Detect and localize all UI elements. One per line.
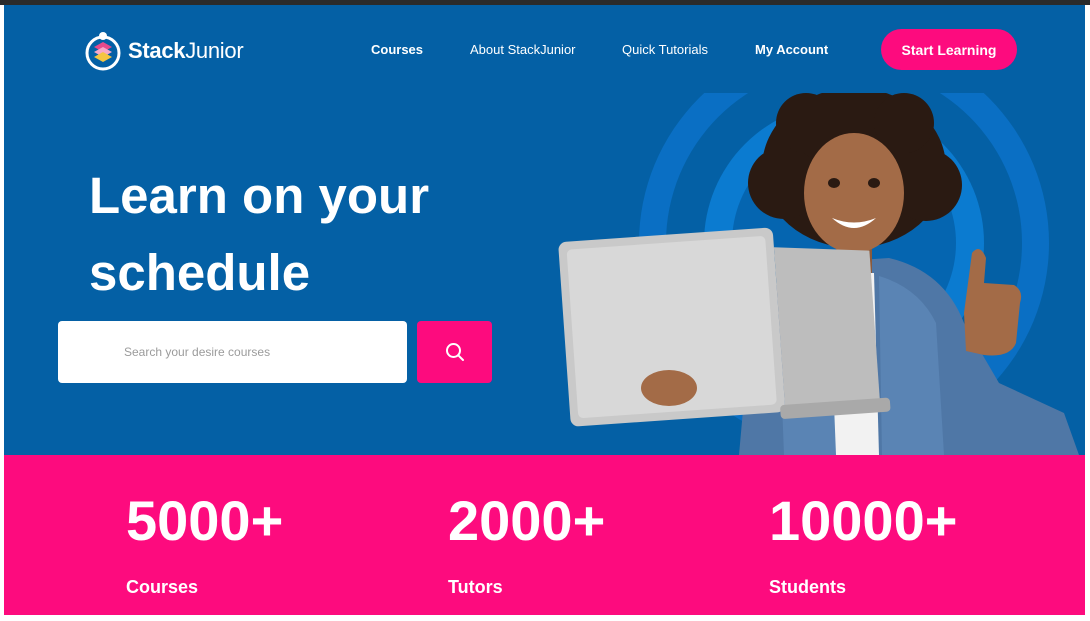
stat-tutors: 2000+ Tutors xyxy=(448,491,605,598)
nav-item-quick-tutorials[interactable]: Quick Tutorials xyxy=(622,42,708,57)
hero-headline-line1: Learn on your xyxy=(89,167,430,224)
search-input[interactable] xyxy=(122,341,282,363)
brand-name: StackJunior xyxy=(128,38,244,64)
search-icon xyxy=(445,343,464,361)
stack-layers-icon xyxy=(85,32,121,71)
brand-name-light: Junior xyxy=(185,38,244,63)
stat-value: 2000+ xyxy=(448,489,606,552)
stat-value: 10000+ xyxy=(769,489,958,552)
course-search-box xyxy=(58,321,407,383)
brand-logo[interactable]: StackJunior xyxy=(84,31,244,71)
stat-label: Students xyxy=(769,577,847,597)
hero-headline: Learn on your schedule xyxy=(89,157,509,311)
brand-name-bold: Stack xyxy=(128,38,186,63)
nav-item-courses[interactable]: Courses xyxy=(371,42,423,57)
stat-label: Tutors xyxy=(448,577,503,597)
stats-section: 5000+ Courses 2000+ Tutors 10000+ Studen… xyxy=(4,455,1085,615)
nav-item-my-account[interactable]: My Account xyxy=(755,42,828,57)
start-learning-button[interactable]: Start Learning xyxy=(881,29,1017,70)
page: StackJunior Courses About StackJunior Qu… xyxy=(4,5,1085,615)
stat-value: 5000+ xyxy=(126,489,284,552)
stat-courses: 5000+ Courses xyxy=(126,491,283,598)
nav-item-about[interactable]: About StackJunior xyxy=(470,42,576,57)
hero-section: StackJunior Courses About StackJunior Qu… xyxy=(4,5,1085,455)
stat-label: Courses xyxy=(126,577,199,597)
girl-with-laptop-illustration xyxy=(558,38,1079,455)
search-button[interactable] xyxy=(417,321,492,383)
hero-illustration xyxy=(544,38,1085,455)
stat-students: 10000+ Students xyxy=(769,491,957,598)
hero-headline-line2: schedule xyxy=(89,244,311,301)
